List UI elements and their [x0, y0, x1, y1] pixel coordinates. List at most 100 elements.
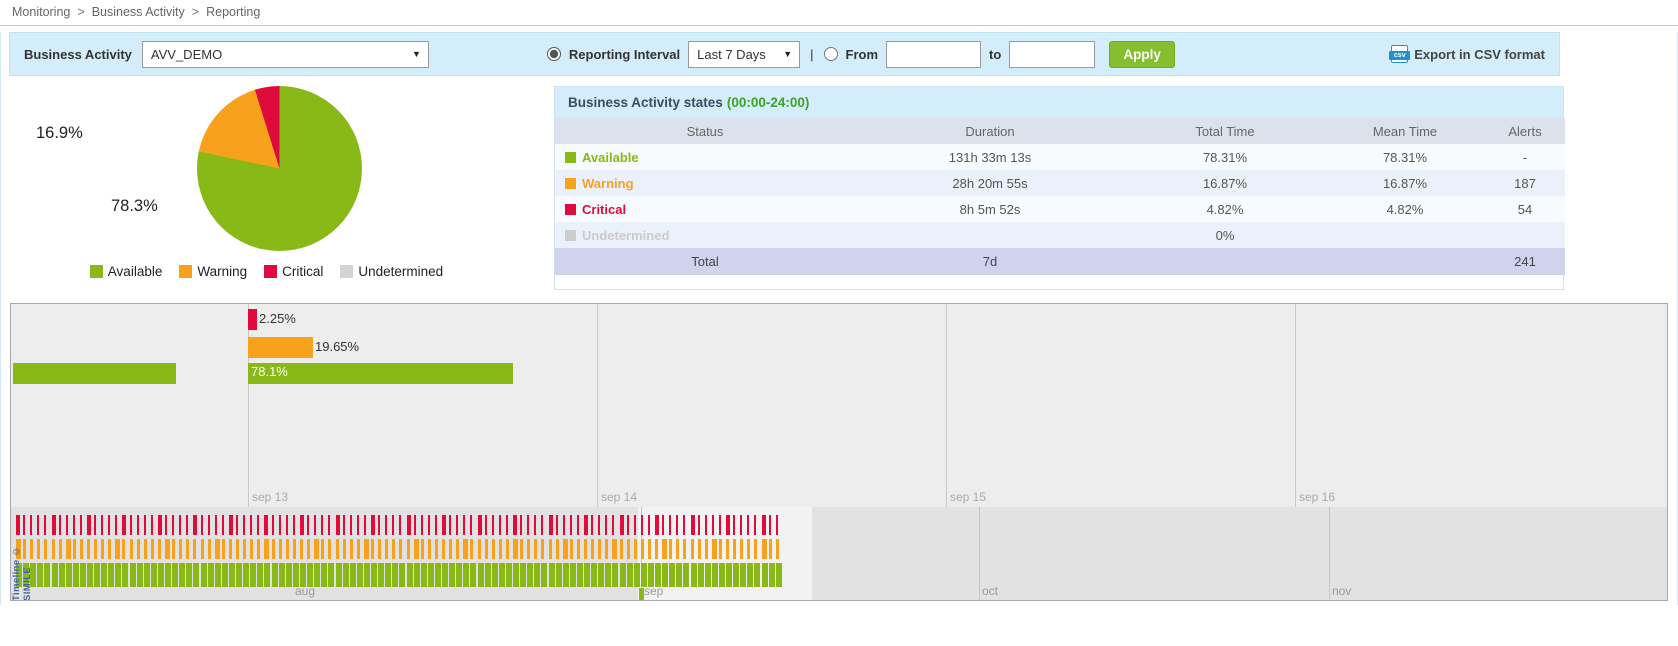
critical-ticks	[37, 515, 39, 535]
apply-button[interactable]: Apply	[1109, 41, 1175, 68]
page-body: Business Activity AVV_DEMO ▼ Reporting I…	[0, 32, 1678, 605]
business-activity-group: Business Activity AVV_DEMO ▼	[24, 41, 429, 68]
available-ticks	[698, 563, 704, 587]
warning-ticks	[364, 539, 369, 559]
warning-ticks	[286, 539, 289, 559]
to-date-input[interactable]	[1009, 41, 1095, 68]
critical-ticks	[208, 515, 210, 535]
available-ticks	[73, 563, 79, 587]
status-undetermined: Undetermined	[555, 222, 855, 248]
warning-ticks	[478, 539, 481, 559]
business-activity-select[interactable]: AVV_DEMO	[143, 42, 428, 67]
warning-ticks	[549, 539, 552, 559]
critical-ticks	[513, 515, 517, 535]
warning-ticks	[328, 539, 331, 559]
critical-ticks	[59, 515, 61, 535]
critical-ticks	[641, 515, 643, 535]
timeline-overview-band[interactable]: augsepoctnov	[11, 507, 1667, 600]
availability-pie-panel: 78.3% 16.9% Available Warning Critical U…	[9, 84, 554, 290]
warning-ticks	[257, 539, 260, 559]
timeline-day-label: sep 14	[601, 490, 637, 504]
timeline-detail-band[interactable]: sep 13sep 14sep 15sep 162.25%19.65%78.1%	[11, 304, 1667, 507]
warning-ticks	[236, 539, 239, 559]
critical-ticks	[350, 515, 352, 535]
undetermined-alerts	[1485, 222, 1565, 248]
interval-group: Reporting Interval Last 7 Days ▼ | From …	[547, 41, 1175, 68]
from-label: From	[846, 47, 879, 62]
critical-ticks	[776, 515, 778, 535]
warning-ticks	[172, 539, 175, 559]
warning-duration: 28h 20m 55s	[855, 170, 1125, 196]
available-ticks	[37, 563, 43, 587]
reporting-interval-radio[interactable]	[547, 47, 561, 61]
available-ticks	[172, 563, 178, 587]
available-ticks	[577, 563, 583, 587]
custom-range-radio[interactable]	[824, 47, 838, 61]
available-ticks	[534, 563, 540, 587]
critical-ticks	[733, 515, 735, 535]
breadcrumb-separator: >	[77, 5, 84, 19]
status-warning: Warning	[555, 170, 855, 196]
critical-ticks	[122, 515, 126, 535]
critical-ticks	[470, 515, 472, 535]
critical-ticks	[712, 515, 714, 535]
warning-ticks	[698, 539, 701, 559]
critical-ticks	[222, 515, 224, 535]
available-ticks	[314, 563, 320, 587]
interval-select[interactable]: Last 7 Days	[689, 42, 799, 67]
business-activity-label: Business Activity	[24, 47, 132, 62]
available-ticks	[485, 563, 491, 587]
critical-ticks	[378, 515, 380, 535]
warning-ticks	[165, 539, 170, 559]
breadcrumb-business-activity[interactable]: Business Activity	[92, 5, 185, 19]
timeline-day-label: sep 16	[1299, 490, 1335, 504]
available-ticks	[591, 563, 597, 587]
available-ticks	[186, 563, 192, 587]
breadcrumb-monitoring[interactable]: Monitoring	[12, 5, 70, 19]
available-ticks	[683, 563, 689, 587]
warning-ticks	[499, 539, 502, 559]
export-csv[interactable]: csv Export in CSV format	[1391, 45, 1545, 63]
available-ticks	[44, 563, 50, 587]
warning-ticks	[584, 539, 587, 559]
available-ticks	[520, 563, 526, 587]
critical-ticks	[73, 515, 75, 535]
warning-ticks	[648, 539, 651, 559]
warning-ticks	[712, 539, 717, 559]
to-label: to	[989, 47, 1001, 62]
available-ticks	[208, 563, 214, 587]
available-ticks	[421, 563, 427, 587]
critical-ticks	[115, 515, 117, 535]
critical-ticks	[229, 515, 233, 535]
undetermined-duration	[855, 222, 1125, 248]
critical-ticks	[549, 515, 553, 535]
warning-ticks	[215, 539, 220, 559]
warning-ticks	[463, 539, 468, 559]
warning-ticks	[293, 539, 296, 559]
legend-item-warning: Warning	[179, 264, 247, 279]
available-ticks	[712, 563, 718, 587]
warning-ticks	[421, 539, 424, 559]
critical-ticks	[655, 515, 659, 535]
critical-ticks	[343, 515, 345, 535]
timeline-month-gridline	[1329, 507, 1330, 600]
critical-ticks	[66, 515, 68, 535]
critical-ticks	[215, 515, 217, 535]
available-ticks	[442, 563, 448, 587]
state-timeline-widget: sep 13sep 14sep 15sep 162.25%19.65%78.1%…	[10, 303, 1668, 601]
warning-ticks	[662, 539, 667, 559]
from-date-input[interactable]	[886, 41, 981, 68]
available-ticks	[719, 563, 725, 587]
warning-ticks	[279, 539, 282, 559]
critical-ticks	[179, 515, 181, 535]
status-available: Available	[555, 144, 855, 170]
available-ticks	[350, 563, 356, 587]
available-ticks	[201, 563, 207, 587]
warning-ticks	[208, 539, 211, 559]
breadcrumb-reporting[interactable]: Reporting	[206, 5, 260, 19]
critical-ticks	[563, 515, 565, 535]
critical-ticks	[165, 515, 167, 535]
warning-ticks	[144, 539, 147, 559]
critical-ticks	[456, 515, 458, 535]
available-total-time: 78.31%	[1125, 144, 1325, 170]
